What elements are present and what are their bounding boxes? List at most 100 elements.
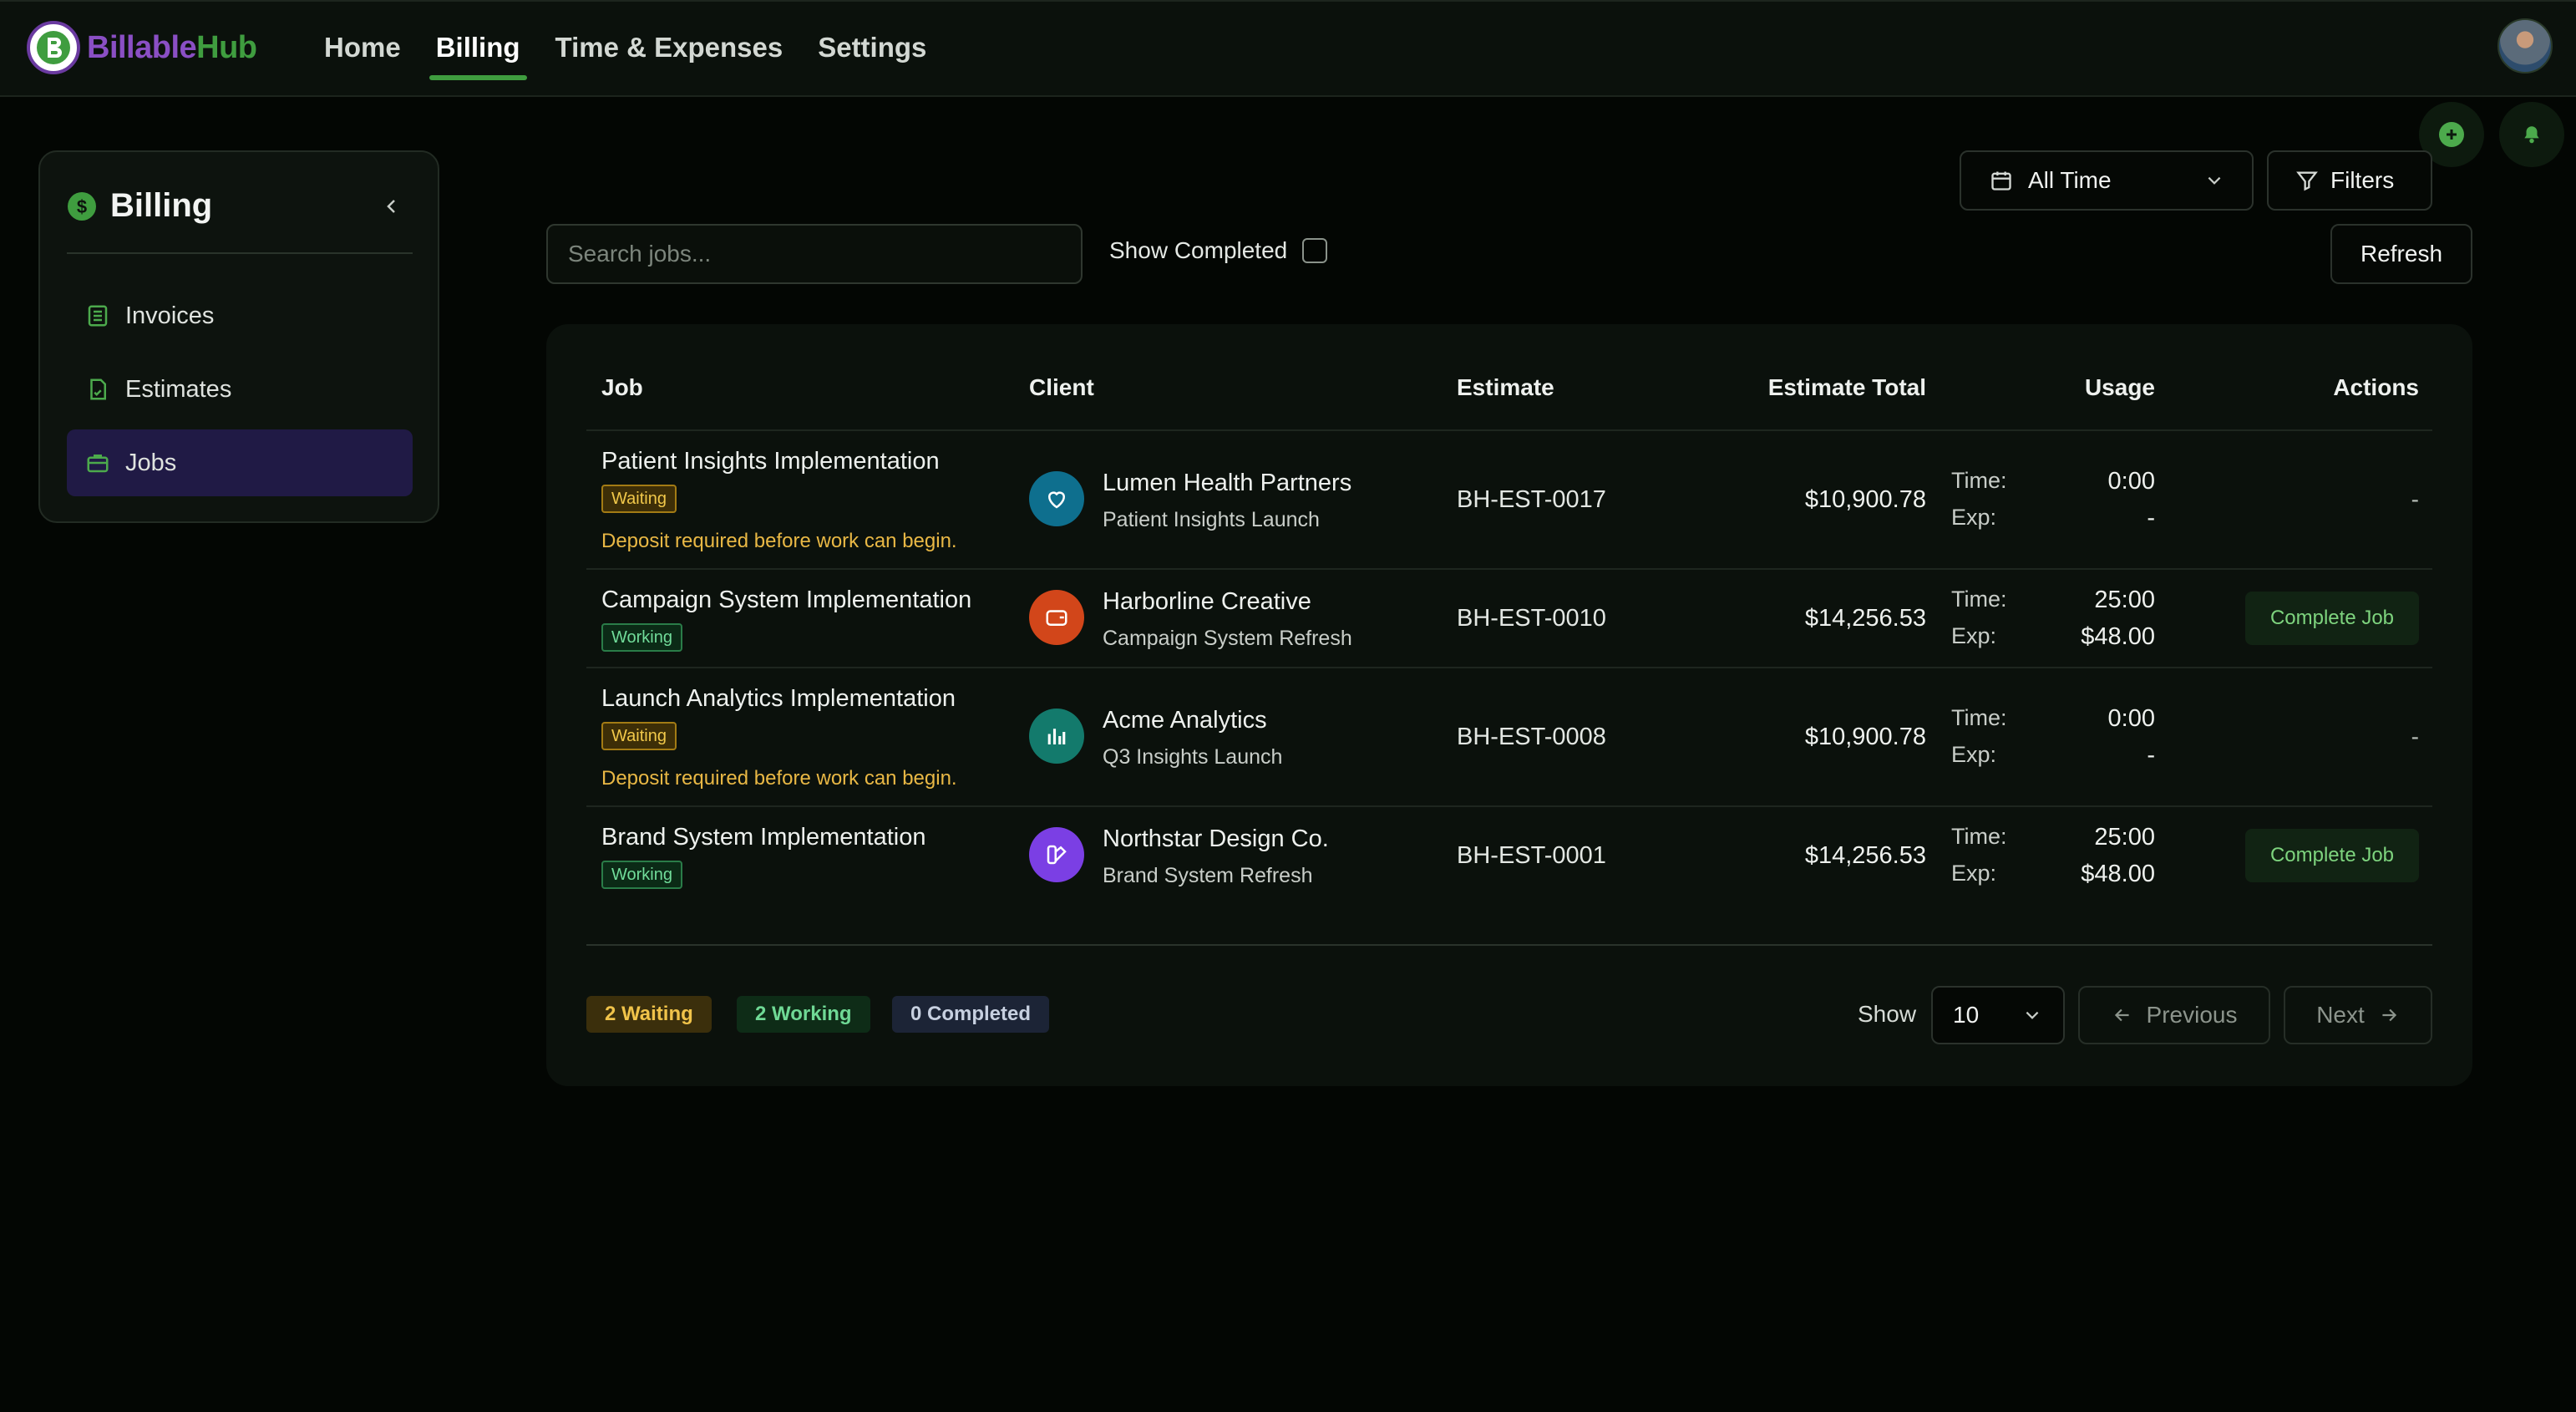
- status-badge: Working: [601, 623, 682, 652]
- page-size-select[interactable]: 10: [1931, 986, 2065, 1044]
- client-project: Campaign System Refresh: [1103, 627, 1352, 650]
- sidebar-title: Billing: [110, 187, 213, 224]
- user-avatar[interactable]: [2497, 18, 2553, 74]
- table-row[interactable]: Brand System Implementation Working Nort…: [546, 807, 2472, 904]
- usage-exp-value: -: [2147, 505, 2155, 531]
- document-icon: [90, 378, 106, 400]
- sidebar-item-label: Jobs: [125, 449, 177, 476]
- funnel-icon: [2296, 171, 2318, 191]
- status-badge: Waiting: [601, 485, 677, 513]
- search-input[interactable]: [546, 224, 1083, 284]
- table-row[interactable]: Campaign System Implementation Working H…: [546, 570, 2472, 667]
- estimate-number[interactable]: BH-EST-0017: [1457, 486, 1606, 514]
- working-count-badge: 2 Working: [737, 996, 870, 1033]
- nav-time-expenses[interactable]: Time & Expenses: [555, 32, 783, 74]
- nav-home[interactable]: Home: [324, 32, 401, 74]
- sidebar-item-jobs[interactable]: Jobs: [67, 429, 413, 496]
- usage-exp-value: -: [2147, 742, 2155, 769]
- collapse-sidebar-button[interactable]: [378, 192, 406, 221]
- usage-exp-value: $48.00: [2081, 623, 2155, 650]
- date-range-select[interactable]: All Time: [1960, 150, 2254, 211]
- bar-chart-icon: [1047, 729, 1066, 744]
- nav-billing[interactable]: Billing: [428, 32, 527, 80]
- client-name: Harborline Creative: [1103, 588, 1311, 615]
- app-name: BillableHub: [87, 30, 257, 66]
- usage-time-label: Time:: [1951, 468, 2007, 493]
- top-bar: BillableHub Home Billing Time & Expenses…: [0, 0, 2576, 97]
- notifications-button[interactable]: [2499, 102, 2564, 167]
- job-title: Brand System Implementation: [601, 824, 926, 851]
- estimate-total: $10,900.78: [1804, 486, 1926, 513]
- complete-job-button[interactable]: Complete Job: [2245, 829, 2419, 882]
- complete-job-button[interactable]: Complete Job: [2245, 592, 2419, 645]
- client-avatar: [1029, 709, 1084, 764]
- job-note: Deposit required before work can begin.: [601, 767, 957, 790]
- usage-time-label: Time:: [1951, 705, 2007, 730]
- completed-count-badge: 0 Completed: [892, 996, 1050, 1033]
- estimate-number[interactable]: BH-EST-0010: [1457, 605, 1606, 632]
- sidebar-item-label: Estimates: [125, 375, 232, 403]
- arrow-left-icon: [2114, 1008, 2129, 1022]
- svg-text:$: $: [77, 196, 87, 217]
- usage-exp-label: Exp:: [1951, 623, 1997, 648]
- bell-icon: [2524, 126, 2539, 144]
- estimate-number[interactable]: BH-EST-0008: [1457, 724, 1606, 751]
- sidebar-item-label: Invoices: [125, 302, 215, 329]
- client-name: Acme Analytics: [1103, 707, 1267, 734]
- usage-exp-label: Exp:: [1951, 505, 1997, 530]
- client-avatar: [1029, 827, 1084, 882]
- filters-label: Filters: [2330, 167, 2395, 193]
- usage-time-value: 0:00: [2107, 705, 2155, 732]
- status-badge: Waiting: [601, 722, 677, 750]
- client-name: Northstar Design Co.: [1103, 825, 1329, 852]
- footer-divider: [586, 944, 2432, 946]
- column-header-actions: Actions: [2333, 374, 2419, 400]
- usage-time-label: Time:: [1951, 587, 2007, 612]
- previous-label: Previous: [2146, 1002, 2238, 1028]
- estimate-number[interactable]: BH-EST-0001: [1457, 842, 1606, 870]
- refresh-label: Refresh: [2360, 241, 2443, 267]
- usage-exp-label: Exp:: [1951, 742, 1997, 767]
- chevron-down-icon: [2026, 1011, 2039, 1019]
- client-avatar: [1029, 471, 1084, 526]
- status-badge: Working: [601, 861, 682, 889]
- client-name: Lumen Health Partners: [1103, 470, 1352, 496]
- show-completed-label: Show Completed: [1109, 237, 1288, 263]
- sidebar-divider: [67, 252, 413, 254]
- filters-button[interactable]: Filters: [2267, 150, 2432, 211]
- client-avatar: [1029, 590, 1084, 645]
- plus-icon: [2439, 122, 2464, 147]
- chevron-left-icon: [387, 200, 395, 213]
- page-size-value: 10: [1953, 1002, 1980, 1028]
- main-nav: Home Billing Time & Expenses Settings: [324, 32, 961, 80]
- next-page-button[interactable]: Next: [2284, 986, 2432, 1044]
- show-completed-checkbox[interactable]: [1302, 238, 1328, 263]
- column-header-client: Client: [1029, 374, 1094, 400]
- column-header-job: Job: [601, 374, 643, 400]
- page-size-label: Show: [1858, 1001, 1917, 1027]
- app-name-part2: Hub: [196, 29, 257, 65]
- show-completed-toggle[interactable]: Show Completed: [1109, 237, 1328, 264]
- column-header-usage: Usage: [2084, 374, 2155, 400]
- previous-page-button[interactable]: Previous: [2078, 986, 2270, 1044]
- nav-settings[interactable]: Settings: [818, 32, 926, 74]
- job-title: Launch Analytics Implementation: [601, 685, 956, 712]
- table-row[interactable]: Launch Analytics Implementation Waiting …: [546, 668, 2472, 805]
- app-name-part1: Billable: [87, 29, 197, 65]
- app-logo[interactable]: BillableHub: [27, 20, 257, 75]
- sidebar-item-estimates[interactable]: Estimates: [67, 356, 413, 423]
- date-range-value: All Time: [2028, 167, 2112, 193]
- table-row[interactable]: Patient Insights Implementation Waiting …: [546, 431, 2472, 568]
- column-header-estimate: Estimate: [1457, 374, 1554, 400]
- client-project: Q3 Insights Launch: [1103, 745, 1283, 769]
- list-icon: [88, 305, 108, 327]
- usage-time-label: Time:: [1951, 824, 2007, 849]
- client-project: Patient Insights Launch: [1103, 508, 1320, 531]
- usage-time-value: 0:00: [2107, 468, 2155, 495]
- job-title: Campaign System Implementation: [601, 587, 972, 613]
- sidebar-item-invoices[interactable]: Invoices: [67, 282, 413, 349]
- calendar-icon: [1991, 171, 2011, 190]
- estimate-total: $10,900.78: [1804, 724, 1926, 750]
- refresh-button[interactable]: Refresh: [2330, 224, 2472, 284]
- briefcase-icon: [87, 455, 109, 473]
